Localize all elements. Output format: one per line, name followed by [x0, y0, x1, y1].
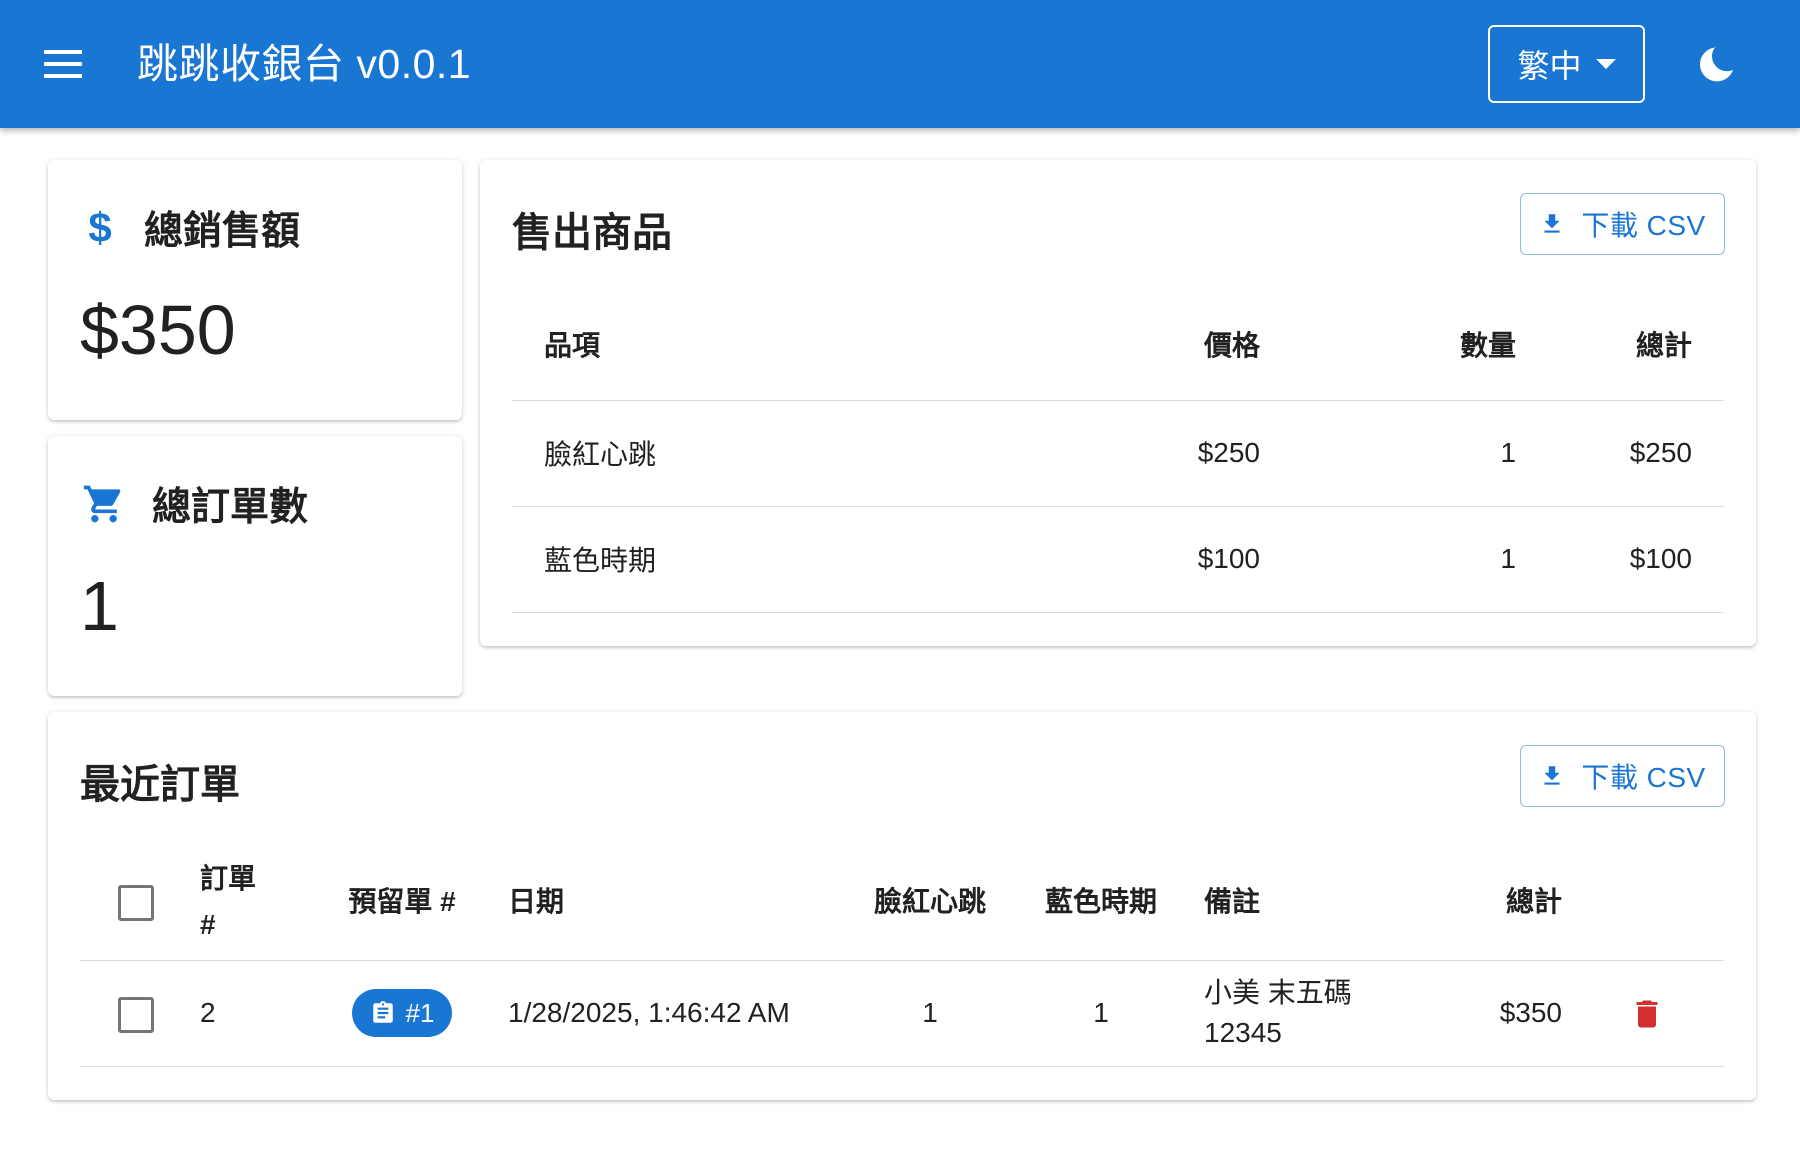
- delete-icon[interactable]: [1629, 994, 1665, 1034]
- total-orders-label: 總訂單數: [152, 486, 309, 529]
- sold-items-download-csv-button[interactable]: 下載 CSV: [1520, 193, 1725, 255]
- total-sales-value: $350: [80, 291, 236, 369]
- order-number: 2: [192, 960, 312, 1067]
- table-row: 2 #1 1/28/2025, 1:46:42 AM 1 1 小美 末五碼 12…: [80, 960, 1724, 1067]
- column-header-order: 訂單 #: [192, 844, 312, 961]
- item-qty: 1: [1292, 506, 1548, 613]
- column-header-item2: 藍色時期: [1016, 844, 1186, 961]
- column-header-item: 品項: [512, 288, 1052, 401]
- order-total: $350: [1422, 960, 1570, 1067]
- download-csv-label: 下載 CSV: [1581, 210, 1706, 241]
- row-checkbox[interactable]: [118, 996, 154, 1033]
- language-label: 繁中: [1517, 48, 1582, 84]
- select-all-checkbox[interactable]: [118, 885, 154, 922]
- recent-orders-download-csv-button[interactable]: 下載 CSV: [1520, 745, 1725, 807]
- total-sales-card: $ 總銷售額 $350: [48, 160, 462, 420]
- column-header-note: 備註: [1186, 844, 1422, 961]
- download-csv-label: 下載 CSV: [1581, 762, 1706, 793]
- item-qty: 1: [1292, 400, 1548, 507]
- recent-orders-title: 最近訂單: [80, 763, 240, 807]
- reservation-number: #1: [405, 997, 435, 1028]
- language-select-button[interactable]: 繁中: [1488, 25, 1645, 103]
- table-header-row: 訂單 # 預留單 # 日期 臉紅心跳 藍色時期 備註 總計: [80, 844, 1724, 961]
- column-header-total: 總計: [1548, 288, 1724, 401]
- dollar-icon: $: [88, 204, 112, 251]
- order-note: 小美 末五碼 12345: [1186, 960, 1422, 1067]
- item-price: $250: [1052, 400, 1292, 507]
- download-icon: [1544, 214, 1560, 233]
- clipboard-icon: [372, 1000, 393, 1023]
- total-orders-value: 1: [80, 567, 119, 645]
- sold-items-table-body: 品項 價格 數量 總計 臉紅心跳 $250 1 $250 藍色時期 $100 1…: [512, 288, 1724, 613]
- table-header-row: 品項 價格 數量 總計: [512, 288, 1724, 401]
- total-sales-label: 總銷售額: [144, 210, 301, 253]
- caret-down-icon: [1595, 59, 1616, 69]
- column-header-reservation: 預留單 #: [312, 844, 492, 961]
- column-header-price: 價格: [1052, 288, 1292, 401]
- item-total: $250: [1548, 400, 1724, 507]
- column-header-qty: 數量: [1292, 288, 1548, 401]
- menu-icon[interactable]: [44, 50, 82, 78]
- item-price: $100: [1052, 506, 1292, 613]
- moon-icon[interactable]: [1696, 42, 1736, 86]
- app-title: 跳跳收銀台 v0.0.1: [137, 41, 472, 87]
- order-item2-qty: 1: [1016, 960, 1186, 1067]
- cart-icon: [83, 485, 121, 523]
- column-header-item1: 臉紅心跳: [844, 844, 1016, 961]
- table-row: 臉紅心跳 $250 1 $250: [512, 400, 1724, 507]
- sold-items-title: 售出商品: [512, 211, 672, 255]
- total-sales-header: $ 總銷售額: [82, 200, 300, 256]
- total-orders-card: 總訂單數 1: [48, 436, 462, 696]
- reservation-chip[interactable]: #1: [351, 988, 453, 1037]
- column-header-total: 總計: [1422, 844, 1570, 961]
- order-item1-qty: 1: [844, 960, 1016, 1067]
- item-total: $100: [1548, 506, 1724, 613]
- order-date: 1/28/2025, 1:46:42 AM: [492, 960, 844, 1067]
- total-orders-header: 總訂單數: [82, 476, 308, 532]
- column-header-date: 日期: [492, 844, 844, 961]
- table-row: 藍色時期 $100 1 $100: [512, 506, 1724, 613]
- app-bar: 跳跳收銀台 v0.0.1 繁中: [0, 0, 1800, 128]
- item-name: 臉紅心跳: [512, 400, 1052, 507]
- item-name: 藍色時期: [512, 506, 1052, 613]
- recent-orders-table: 訂單 # 預留單 # 日期 臉紅心跳 藍色時期 備註 總計 2 #1 1/28/…: [80, 844, 1724, 1067]
- download-icon: [1544, 766, 1560, 785]
